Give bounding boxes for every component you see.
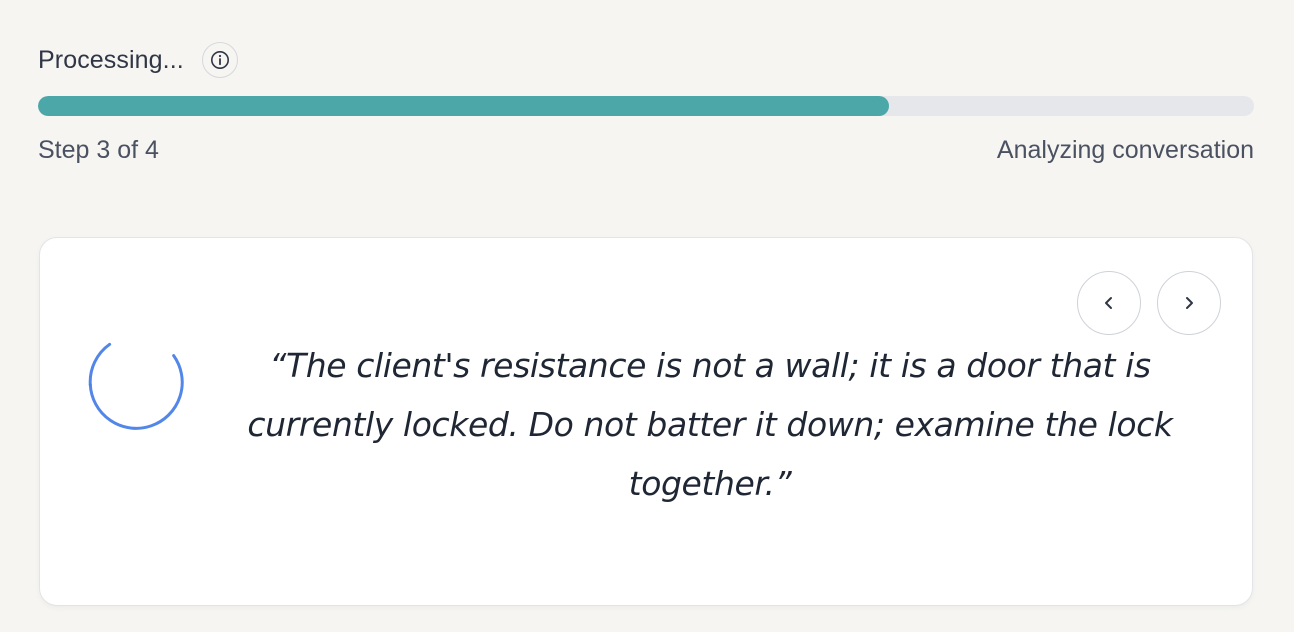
quote-text: “The client's resistance is not a wall; … — [247, 346, 1173, 503]
previous-quote-button[interactable] — [1077, 271, 1141, 335]
progress-header: Processing... — [38, 40, 238, 80]
stage-label: Analyzing conversation — [996, 136, 1254, 164]
chevron-right-icon — [1186, 297, 1193, 309]
info-button[interactable] — [201, 42, 238, 78]
next-quote-button[interactable] — [1157, 271, 1221, 335]
quote-card: “The client's resistance is not a wall; … — [39, 237, 1253, 606]
status-title: Processing... — [38, 45, 184, 74]
progress-bar — [38, 96, 1254, 116]
chevron-left-icon — [1105, 297, 1112, 309]
progress-bar-fill — [38, 96, 890, 116]
info-icon — [210, 51, 229, 69]
step-counter: Step 3 of 4 — [38, 136, 159, 164]
loading-spinner — [88, 342, 184, 430]
